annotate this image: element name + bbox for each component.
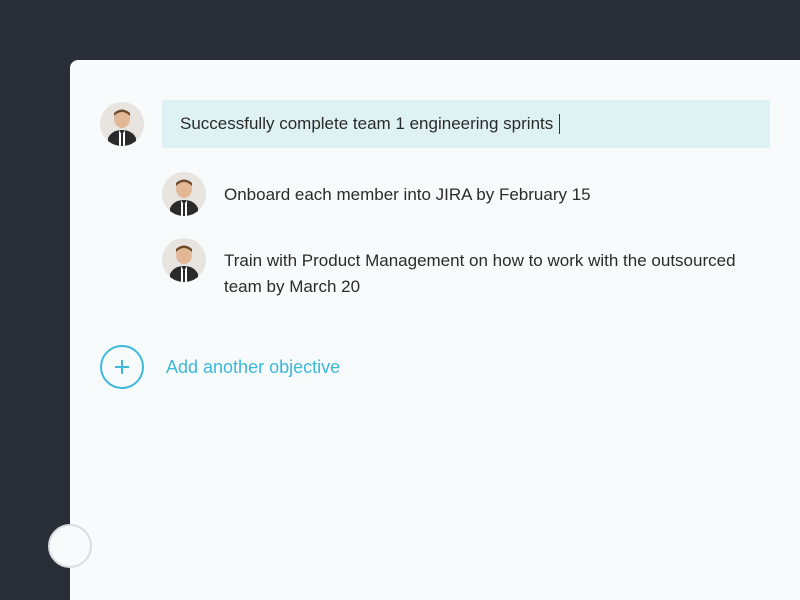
sub-objectives-list: Onboard each member into JIRA by Februar…	[162, 172, 770, 299]
avatar[interactable]	[162, 172, 206, 216]
sub-objective-text[interactable]: Onboard each member into JIRA by Februar…	[224, 172, 770, 208]
avatar[interactable]	[100, 102, 144, 146]
sub-objective-text[interactable]: Train with Product Management on how to …	[224, 238, 770, 299]
person-avatar-icon	[162, 238, 206, 282]
add-objective-row[interactable]: Add another objective	[100, 345, 770, 389]
text-cursor	[559, 114, 560, 134]
objective-input[interactable]: Successfully complete team 1 engineering…	[162, 100, 770, 148]
objective-row-main: Successfully complete team 1 engineering…	[100, 100, 770, 148]
add-objective-button[interactable]	[100, 345, 144, 389]
sub-objective-row: Train with Product Management on how to …	[162, 238, 770, 299]
plus-icon	[114, 359, 130, 375]
add-objective-label[interactable]: Add another objective	[166, 357, 340, 378]
person-avatar-icon	[162, 172, 206, 216]
person-avatar-icon	[100, 102, 144, 146]
sub-objective-row: Onboard each member into JIRA by Februar…	[162, 172, 770, 216]
avatar[interactable]	[162, 238, 206, 282]
objective-text: Successfully complete team 1 engineering…	[180, 114, 553, 134]
objectives-card: Successfully complete team 1 engineering…	[70, 60, 800, 600]
empty-avatar-placeholder	[48, 524, 92, 568]
